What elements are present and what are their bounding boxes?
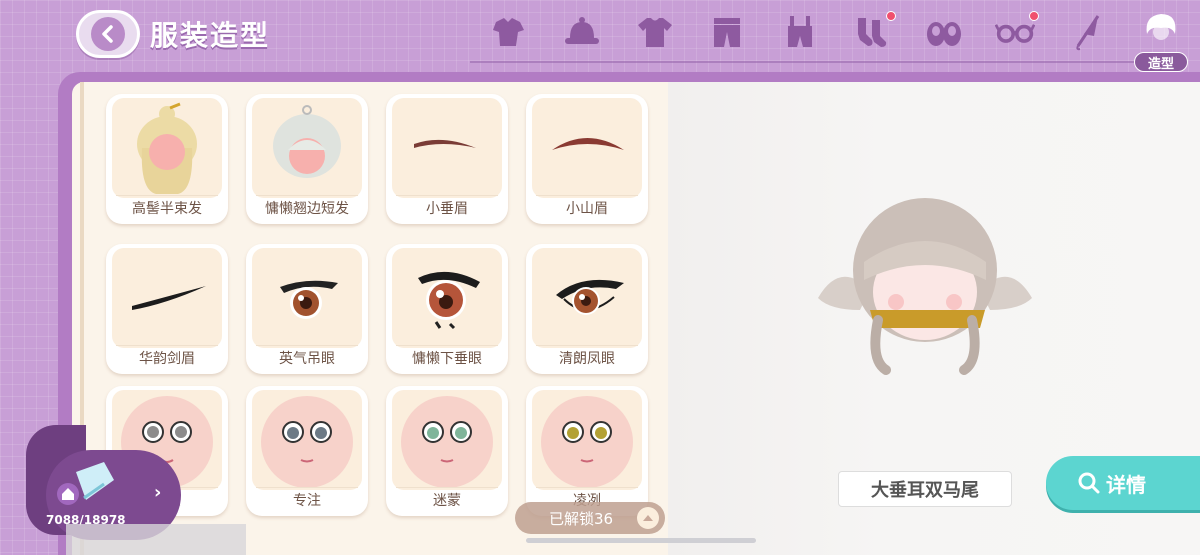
item-card[interactable]: 清朗凤眼 (526, 244, 648, 374)
item-name: 英气吊眼 (279, 351, 335, 367)
card-divider (256, 345, 358, 346)
item-card[interactable]: 凌冽 (526, 386, 648, 516)
page-title: 服装造型 (150, 19, 271, 52)
details-button-label: 详情 (1106, 472, 1146, 497)
category-umbrella-icon[interactable] (1068, 12, 1108, 52)
item-card[interactable]: 慵懒下垂眼 (386, 244, 508, 374)
brow-sword-thumbnail (112, 248, 222, 348)
category-full-outfit-icon[interactable] (490, 12, 530, 52)
item-card[interactable]: 华韵剑眉 (106, 244, 228, 374)
item-card[interactable]: 英气吊眼 (246, 244, 368, 374)
face-hazy-thumbnail (392, 390, 502, 490)
card-divider (536, 195, 638, 196)
category-overalls-icon[interactable] (780, 12, 820, 52)
item-name: 小垂眉 (426, 201, 468, 217)
blurred-region (66, 524, 246, 555)
item-card[interactable]: 迷蒙 (386, 386, 508, 516)
item-name: 华韵剑眉 (139, 351, 195, 367)
item-card[interactable]: 小山眉 (526, 94, 648, 224)
brow-arch-thumbnail (532, 98, 642, 198)
item-name: 慵懒下垂眼 (412, 351, 482, 367)
sketch-ticket-icon (56, 460, 116, 514)
character-preview (800, 180, 1050, 390)
item-card[interactable]: 小垂眉 (386, 94, 508, 224)
back-button[interactable] (76, 10, 140, 58)
item-card[interactable]: 慵懒翘边短发 (246, 94, 368, 224)
eye-lazy-thumbnail (392, 248, 502, 348)
eye-heroic-thumbnail (252, 248, 362, 348)
unlocked-counter[interactable]: 已解锁36 (515, 502, 665, 534)
preview-item-name: 大垂耳双马尾 (838, 471, 1012, 507)
category-shoes-icon[interactable] (924, 12, 964, 52)
face-focus-thumbnail (252, 390, 362, 490)
chevron-right-icon: › (154, 482, 162, 503)
card-divider (536, 487, 638, 488)
card-divider (256, 195, 358, 196)
hair-short-thumbnail (252, 98, 362, 198)
unlocked-label: 已解锁36 (549, 509, 614, 528)
card-divider (116, 345, 218, 346)
item-card[interactable]: 高髻半束发 (106, 94, 228, 224)
card-divider (396, 195, 498, 196)
card-divider (256, 487, 358, 488)
item-name: 高髻半束发 (132, 201, 202, 217)
glasses-badge (1029, 11, 1039, 21)
details-button[interactable]: 详情 (1046, 456, 1200, 510)
category-glasses-icon[interactable] (995, 11, 1039, 52)
item-name: 慵懒翘边短发 (265, 201, 349, 217)
card-divider (536, 345, 638, 346)
category-hat-icon[interactable] (562, 12, 602, 52)
search-icon (1078, 472, 1100, 494)
item-name: 迷蒙 (433, 493, 461, 509)
category-underline (470, 61, 1188, 63)
item-card[interactable]: 专注 (246, 386, 368, 516)
card-divider (396, 487, 498, 488)
home-indicator[interactable] (526, 538, 756, 543)
socks-badge (886, 11, 896, 21)
card-divider (396, 345, 498, 346)
chevron-up-icon (637, 507, 659, 529)
category-top-icon[interactable] (635, 12, 675, 52)
styling-hair-icon (1146, 14, 1176, 40)
tab-styling-label: 造型 (1134, 52, 1188, 72)
item-grid: 高髻半束发 慵懒翘边短发 小垂眉 小山眉 华韵剑眉 英气吊眼 慵懒下垂眼 清朗凤… (100, 82, 660, 555)
card-divider (116, 195, 218, 196)
category-bar (490, 6, 1200, 66)
item-name: 清朗凤眼 (559, 351, 615, 367)
eye-phoenix-thumbnail (532, 248, 642, 348)
item-name: 专注 (293, 493, 321, 509)
category-bottom-icon[interactable] (707, 12, 747, 52)
tab-styling[interactable]: 造型 (1134, 6, 1188, 72)
currency-widget[interactable]: 7088/18978 › (26, 425, 181, 540)
hair-bun-thumbnail (112, 98, 222, 198)
face-gold-thumbnail (532, 390, 642, 490)
back-arrow-icon (91, 17, 125, 51)
item-name: 小山眉 (566, 201, 608, 217)
category-socks-icon[interactable] (852, 11, 896, 52)
brow-droop-thumbnail (392, 98, 502, 198)
